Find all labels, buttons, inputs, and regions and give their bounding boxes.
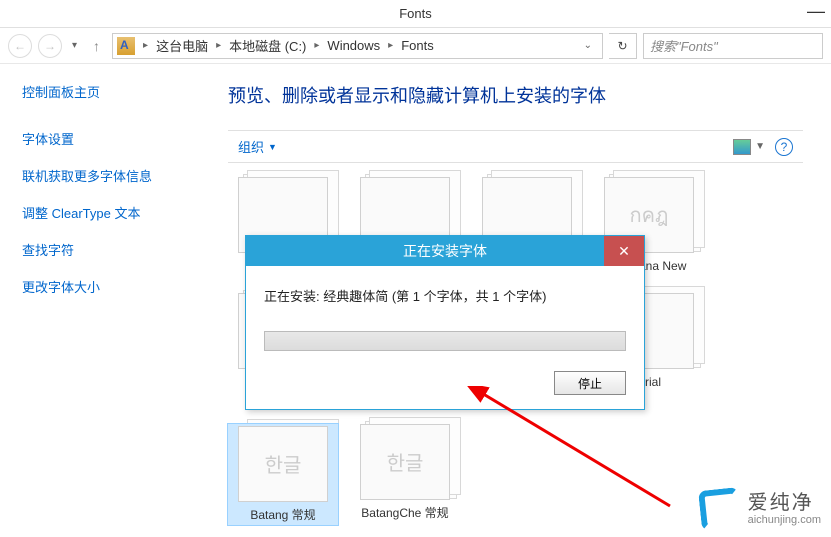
sidebar: 控制面板主页 字体设置 联机获取更多字体信息 调整 ClearType 文本 查… <box>0 64 210 537</box>
search-input[interactable]: 搜索"Fonts" <box>643 33 823 59</box>
watermark-cn: 爱纯净 <box>748 492 821 514</box>
fonts-folder-icon <box>117 37 135 55</box>
crumb-sep: ▸ <box>139 40 152 51</box>
crumb-sep: ▸ <box>212 40 225 51</box>
back-button[interactable]: ← <box>8 34 32 58</box>
organize-button[interactable]: 组织 ▼ <box>238 137 277 156</box>
watermark-en: aichunjing.com <box>748 514 821 526</box>
history-dropdown[interactable]: ▾ <box>68 40 81 51</box>
dialog-title: 正在安装字体 <box>403 241 487 261</box>
crumb-computer[interactable]: 这台电脑 <box>156 36 208 55</box>
stop-button[interactable]: 停止 <box>554 371 626 395</box>
watermark: 爱纯净 aichunjing.com <box>700 489 821 529</box>
address-bar: ← → ▾ ↑ ▸ 这台电脑 ▸ 本地磁盘 (C:) ▸ Windows ▸ F… <box>0 28 831 64</box>
up-button[interactable]: ↑ <box>87 38 106 54</box>
install-dialog: 正在安装字体 ✕ 正在安装: 经典趣体简 (第 1 个字体，共 1 个字体) 停… <box>245 235 645 410</box>
refresh-button[interactable]: ↻ <box>609 33 637 59</box>
address-dropdown[interactable]: ⌄ <box>578 40 598 51</box>
crumb-windows[interactable]: Windows <box>327 38 380 53</box>
window-titlebar: Fonts — <box>0 0 831 28</box>
help-button[interactable]: ? <box>775 138 793 156</box>
view-dropdown[interactable]: ▼ <box>751 141 765 152</box>
minimize-button[interactable]: — <box>807 2 825 20</box>
watermark-logo-icon <box>698 487 742 531</box>
font-item[interactable]: 한글 Batang 常规 <box>228 424 338 526</box>
progress-bar <box>264 331 626 351</box>
sidebar-link-size[interactable]: 更改字体大小 <box>22 277 188 296</box>
sidebar-link-online[interactable]: 联机获取更多字体信息 <box>22 166 188 185</box>
crumb-fonts[interactable]: Fonts <box>401 38 434 53</box>
font-preview-text: 한글 <box>387 447 424 476</box>
dialog-close-button[interactable]: ✕ <box>604 236 644 266</box>
dialog-titlebar: 正在安装字体 ✕ <box>246 236 644 266</box>
crumb-sep: ▸ <box>310 40 323 51</box>
toolbar: 组织 ▼ ▼ ? <box>228 130 803 163</box>
font-thumb: 한글 <box>238 426 328 502</box>
font-preview-text: กคฎ <box>630 199 669 231</box>
crumb-drive[interactable]: 本地磁盘 (C:) <box>229 36 306 55</box>
sidebar-link-home[interactable]: 控制面板主页 <box>22 82 188 101</box>
breadcrumb-bar[interactable]: ▸ 这台电脑 ▸ 本地磁盘 (C:) ▸ Windows ▸ Fonts ⌄ <box>112 33 603 59</box>
view-button[interactable] <box>733 139 751 155</box>
font-item[interactable]: 한글 BatangChe 常规 <box>350 424 460 526</box>
page-heading: 预览、删除或者显示和隐藏计算机上安装的字体 <box>228 82 803 108</box>
sidebar-link-cleartype[interactable]: 调整 ClearType 文本 <box>22 203 188 222</box>
crumb-sep: ▸ <box>384 40 397 51</box>
font-thumb: 한글 <box>360 424 450 500</box>
window-title: Fonts <box>399 6 432 21</box>
dialog-message: 正在安装: 经典趣体简 (第 1 个字体，共 1 个字体) <box>264 286 626 305</box>
font-label: BatangChe 常规 <box>361 506 448 522</box>
font-label: Batang 常规 <box>250 508 315 524</box>
sidebar-link-charmap[interactable]: 查找字符 <box>22 240 188 259</box>
forward-button[interactable]: → <box>38 34 62 58</box>
sidebar-link-settings[interactable]: 字体设置 <box>22 129 188 148</box>
font-preview-text: 한글 <box>265 449 302 478</box>
